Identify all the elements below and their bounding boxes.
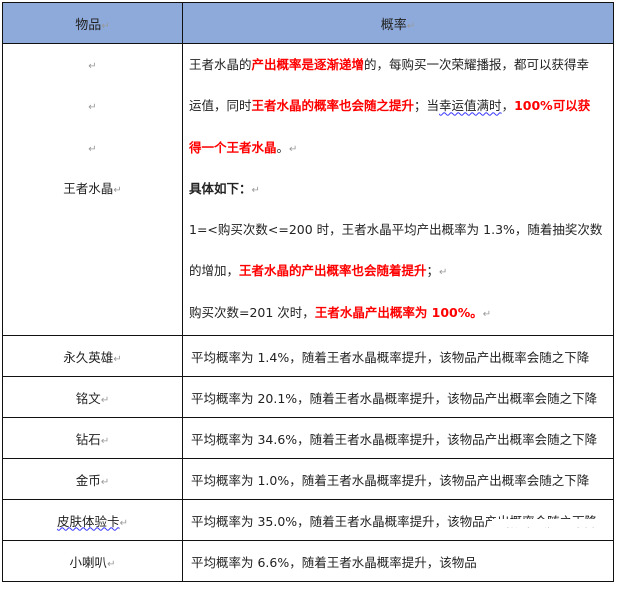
item-name: 铭文 — [75, 390, 101, 406]
table-row: 金币↵ 平均概率为 1.0%，随着王者水晶概率提升，该物品产出概率会随之下降 — [2, 458, 614, 500]
header-item: 物品↵ — [2, 2, 183, 44]
table-row: 钻石↵ 平均概率为 34.6%，随着王者水晶概率提升，该物品产出概率会随之下降 — [2, 417, 614, 459]
header-row: 物品↵ 概率↵ — [2, 2, 614, 44]
item-name: 王者水晶 — [63, 180, 114, 196]
probability-text: 平均概率为 20.1%，随着王者水晶概率提升，该物品产出概率会随之下降 — [182, 376, 614, 418]
probability-text: 平均概率为 34.6%，随着王者水晶概率提升，该物品产出概率会随之下降 — [182, 417, 614, 459]
item-name: 小喇叭 — [69, 554, 108, 570]
header-probability: 概率↵ — [182, 2, 614, 44]
probability-text: 平均概率为 1.0%，随着王者水晶概率提升，该物品产出概率会随之下降 — [182, 458, 614, 500]
table-row: ↵ ↵ ↵ 王者水晶↵ 王者水晶的产出概率是逐渐递增的，每购买一次荣耀播报，都可… — [2, 43, 614, 336]
item-name: 钻石 — [75, 431, 101, 447]
item-name: 金币 — [75, 472, 101, 488]
table-row: 小喇叭↵ 平均概率为 6.6%，随着王者水晶概率提升，该物品 — [2, 540, 614, 582]
item-name: 皮肤体验卡 — [57, 513, 120, 529]
item-name: 永久英雄 — [63, 349, 114, 365]
probability-text: 平均概率为 1.4%，随着王者水晶概率提升，该物品产出概率会随之下降 — [182, 335, 614, 377]
probability-table: 物品↵ 概率↵ ↵ ↵ ↵ 王者水晶↵ 王者水晶的产出概率是逐渐递增的，每购买一… — [2, 2, 614, 582]
table-row: 铭文↵ 平均概率为 20.1%，随着王者水晶概率提升，该物品产出概率会随之下降 — [2, 376, 614, 418]
table-row: 永久英雄↵ 平均概率为 1.4%，随着王者水晶概率提升，该物品产出概率会随之下降 — [2, 335, 614, 377]
probability-cell: 王者水晶的产出概率是逐渐递增的，每购买一次荣耀播报，都可以获得幸 运值，同时王者… — [182, 43, 614, 336]
probability-text: 平均概率为 6.6%，随着王者水晶概率提升，该物品 — [182, 540, 614, 582]
item-cell: ↵ ↵ ↵ 王者水晶↵ — [2, 43, 183, 336]
overlay-artifact — [492, 519, 604, 527]
